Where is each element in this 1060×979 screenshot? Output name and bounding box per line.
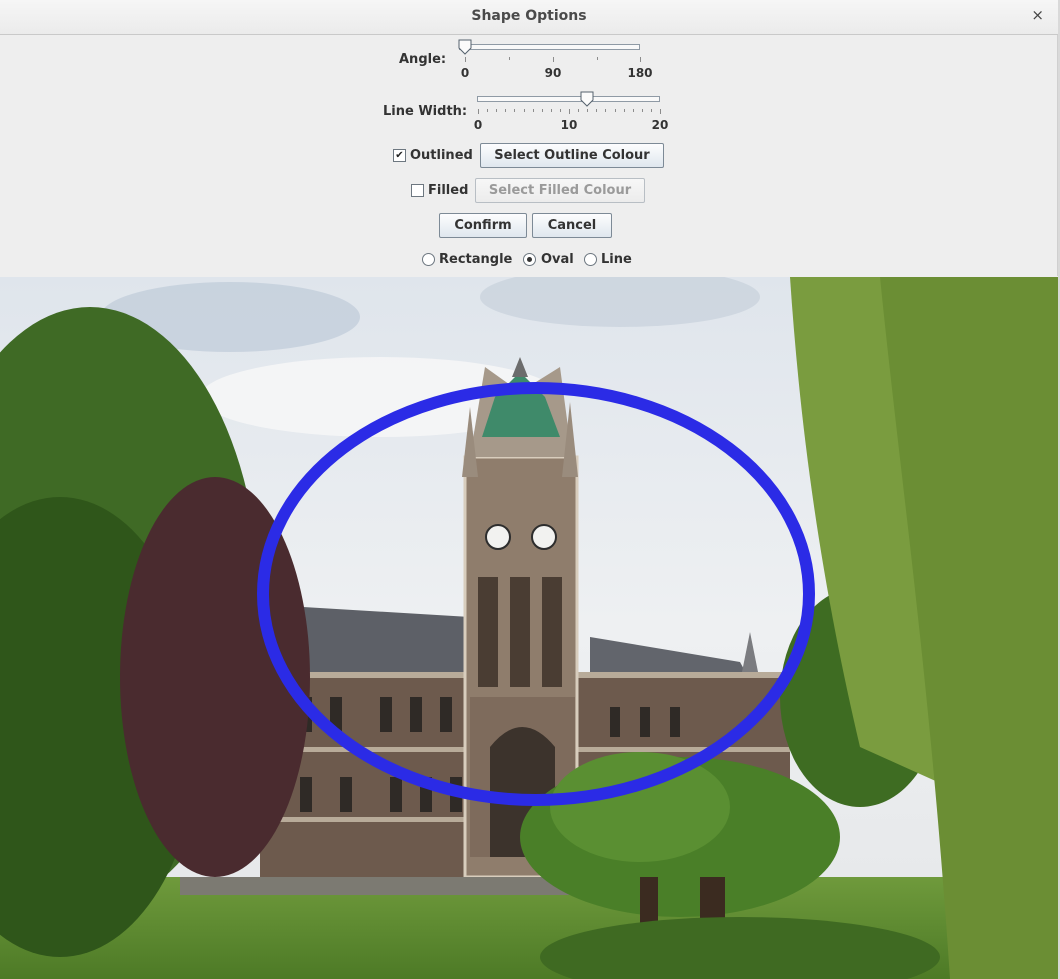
oval-label[interactable]: Oval [541,252,574,267]
angle-tick-label: 90 [544,66,562,80]
line-width-tick [605,109,607,112]
angle-tick-label: 180 [627,66,653,80]
line-width-tick [614,109,616,112]
line-width-slider-track[interactable] [477,96,660,102]
rectangle-label[interactable]: Rectangle [439,252,512,267]
clock-tower-photo [0,277,1060,979]
close-icon[interactable]: × [1031,6,1044,24]
line-width-tick [623,109,625,112]
line-width-tick [587,109,589,112]
outlined-label[interactable]: Outlined [410,148,473,163]
line-width-tick [505,109,507,112]
line-width-tick [569,109,570,114]
line-width-tick [496,109,498,112]
line-width-tick [641,109,643,112]
line-width-tick [660,109,661,114]
angle-tick-label: 0 [460,66,470,80]
line-width-tick [478,109,479,114]
line-width-tick-label: 20 [651,118,669,132]
window-title: Shape Options [471,8,587,24]
angle-tick [509,57,510,60]
angle-tick [553,57,554,62]
angle-tick [465,57,466,62]
select-filled-colour-button[interactable]: Select Filled Colour [475,178,645,203]
line-width-tick [523,109,525,112]
line-width-tick-label: 0 [473,118,483,132]
line-radio[interactable] [584,253,597,266]
confirm-button[interactable]: Confirm [439,213,527,238]
angle-tick [640,57,641,62]
oval-radio[interactable] [523,253,536,266]
angle-label: Angle: [399,52,447,67]
line-width-tick [532,109,534,112]
line-width-tick [650,109,652,112]
angle-slider-track[interactable] [459,44,640,50]
line-width-tick [541,109,543,112]
line-width-slider-thumb[interactable] [580,91,594,107]
angle-tick [597,57,598,60]
filled-label[interactable]: Filled [428,183,468,198]
line-width-tick [578,109,580,112]
line-width-tick [632,109,634,112]
title-bar: Shape Options × [0,0,1059,35]
radio-selected-dot [527,257,532,262]
line-width-label: Line Width: [383,104,468,119]
line-width-tick [559,109,561,112]
line-width-tick [487,109,489,112]
line-width-tick [550,109,552,112]
filled-checkbox[interactable] [411,184,424,197]
options-panel: Angle: 0 90 180 Line Width: 0 10 20 ✔ Ou… [0,35,1058,276]
drawing-canvas[interactable] [0,277,1060,979]
line-width-tick [596,109,598,112]
angle-slider-thumb[interactable] [458,39,472,55]
cancel-button[interactable]: Cancel [532,213,612,238]
rectangle-radio[interactable] [422,253,435,266]
line-width-tick-label: 10 [560,118,578,132]
outlined-checkbox[interactable]: ✔ [393,149,406,162]
line-label[interactable]: Line [601,252,632,267]
select-outline-colour-button[interactable]: Select Outline Colour [480,143,664,168]
line-width-tick [514,109,516,112]
